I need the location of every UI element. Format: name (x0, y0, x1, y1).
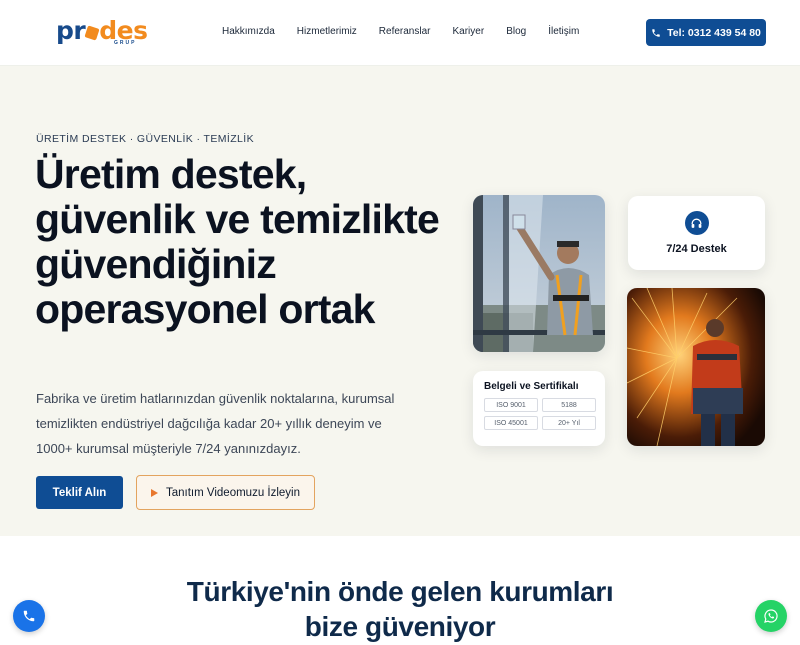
video-button-label: Tanıtım Videomuzu İzleyin (165, 486, 301, 499)
nav-item-blog[interactable]: Blog (506, 25, 526, 39)
phone-icon (652, 28, 660, 37)
brand-sub: GRUP (114, 40, 137, 46)
brand-logo[interactable]: pr des GRUP (56, 16, 148, 48)
cert-chip: 5188 (542, 398, 596, 412)
whatsapp-icon (764, 609, 778, 623)
nav-item-kariyer[interactable]: Kariyer (453, 25, 485, 39)
hero-kicker: ÜRETİM DESTEK · GÜVENLİK · TEMİZLİK (36, 133, 255, 145)
welding-photo (627, 288, 765, 446)
hero-title: Üretim destek, güvenlik ve temizlikte gü… (35, 151, 440, 332)
support-label: 7/24 Destek (666, 243, 727, 255)
whatsapp-float-button[interactable] (755, 600, 787, 632)
brand-name-left: pr (56, 16, 86, 45)
trust-title-line2: bize güveniyor (304, 611, 496, 642)
video-button[interactable]: Tanıtım Videomuzu İzleyin (136, 475, 315, 510)
support-card: 7/24 Destek (628, 196, 765, 270)
play-icon (150, 488, 158, 497)
hero-section: ÜRETİM DESTEK · GÜVENLİK · TEMİZLİK Üret… (0, 66, 800, 536)
nav-item-hakkimizda[interactable]: Hakkımızda (222, 25, 275, 39)
trust-title: Türkiye'nin önde gelen kurumları bize gü… (0, 574, 800, 644)
quote-button[interactable]: Teklif Alın (36, 476, 123, 509)
rope-access-photo (473, 195, 605, 352)
phone-button-label: Tel: 0312 439 54 80 (667, 26, 761, 39)
nav-item-iletisim[interactable]: İletişim (548, 25, 579, 39)
phone-icon (23, 610, 35, 622)
headset-icon (684, 211, 709, 235)
cert-chip: 20+ Yıl (542, 416, 596, 430)
hero-description: Fabrika ve üretim hatlarınızdan güvenlik… (36, 391, 395, 456)
main-nav: Hakkımızda Hizmetlerimiz Referanslar Kar… (222, 25, 601, 39)
nav-item-hizmetlerimiz[interactable]: Hizmetlerimiz (297, 25, 357, 39)
certificates-card: Belgeli ve Sertifikalı ISO 9001 5188 ISO… (473, 371, 605, 446)
certificates-title: Belgeli ve Sertifikalı (484, 381, 579, 392)
cert-chip: ISO 45001 (484, 416, 538, 430)
nav-item-referanslar[interactable]: Referanslar (379, 25, 431, 39)
call-float-button[interactable] (13, 600, 45, 632)
cert-chip: ISO 9001 (484, 398, 538, 412)
phone-button[interactable]: Tel: 0312 439 54 80 (646, 19, 766, 46)
trust-title-line1: Türkiye'nin önde gelen kurumları (186, 576, 614, 607)
logo-mark-icon (84, 25, 100, 41)
trust-section: Türkiye'nin önde gelen kurumları bize gü… (0, 536, 800, 645)
site-header: pr des GRUP Hakkımızda Hizmetlerimiz Refe… (0, 0, 800, 66)
